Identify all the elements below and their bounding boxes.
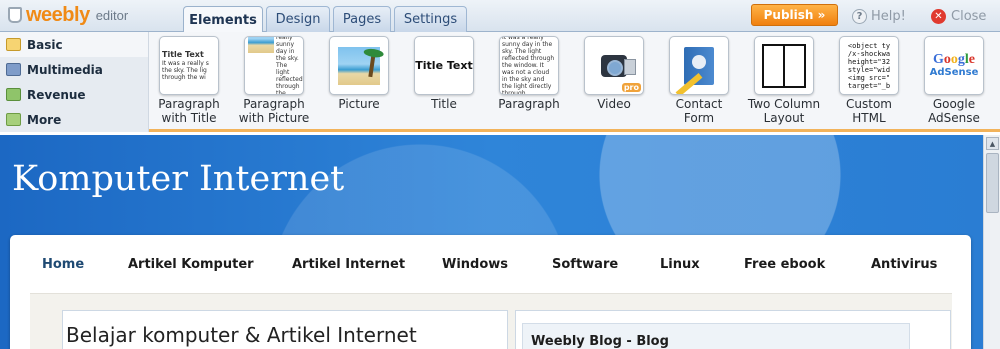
element-label: Picture — [338, 97, 380, 111]
paragraph-thumbnail: It was a really sunny day in the sky. Th… — [499, 36, 559, 95]
logo-brand: weebly — [26, 3, 90, 26]
close-label: Close — [951, 8, 987, 24]
html-code-preview: <object ty /x-shockwa height="32 style="… — [847, 41, 891, 90]
element-video[interactable]: pro Video — [566, 36, 662, 130]
top-bar: weebly editor Elements Design Pages Sett… — [0, 0, 1000, 33]
sidebar-item-label: Multimedia — [27, 62, 103, 77]
money-icon — [6, 88, 21, 101]
site-preview: Komputer Internet Home Artikel Komputer … — [0, 135, 983, 349]
help-button[interactable]: ? Help! — [852, 7, 906, 25]
cup-icon — [8, 7, 22, 23]
preview-title: Title Text — [162, 49, 204, 59]
sidebar-item-basic[interactable]: Basic — [0, 32, 148, 57]
folder-icon — [6, 38, 21, 51]
vertical-scrollbar[interactable]: ▲ — [983, 135, 1000, 349]
weebly-editor: weebly editor Elements Design Pages Sett… — [0, 0, 1000, 349]
sidebar-item-multimedia[interactable]: Multimedia — [0, 57, 148, 82]
adsense-text: AdSense — [929, 67, 979, 78]
video-thumbnail: pro — [584, 36, 644, 95]
element-label: Contact Form — [675, 97, 723, 125]
element-paragraph-with-title[interactable]: Title Text It was a really s the sky. Th… — [141, 36, 237, 130]
paragraph-preview: Title Text It was a really s the sky. Th… — [160, 49, 218, 83]
weebly-logo: weebly editor — [8, 3, 128, 27]
beach-image-icon — [248, 37, 274, 53]
nav-item-software[interactable]: Software — [552, 257, 618, 272]
element-label: Title — [431, 97, 457, 111]
preview-text: It was a really sunny day in the sky. Th… — [276, 36, 303, 95]
nav-item-linux[interactable]: Linux — [660, 257, 700, 272]
tab-settings[interactable]: Settings — [394, 6, 467, 32]
element-label: Paragraph — [498, 97, 560, 111]
element-google-adsense[interactable]: Google AdSense Google AdSense — [906, 36, 1000, 130]
tab-pages[interactable]: Pages — [333, 6, 391, 32]
close-button[interactable]: ✕ Close — [931, 7, 986, 25]
side-column: Weebly Blog - Blog — [515, 310, 951, 349]
preview-title: Title Text — [415, 59, 473, 72]
nav-item-artikel-internet[interactable]: Artikel Internet — [292, 257, 405, 272]
element-contact-form[interactable]: Contact Form — [651, 36, 747, 130]
scroll-up-arrow-icon[interactable]: ▲ — [986, 137, 999, 150]
element-label: Two Column Layout — [747, 97, 821, 125]
question-icon: ? — [852, 8, 867, 24]
element-two-column-layout[interactable]: Two Column Layout — [736, 36, 832, 130]
sidebar-item-label: Revenue — [27, 87, 86, 102]
element-picture[interactable]: Picture — [311, 36, 407, 130]
nav-item-windows[interactable]: Windows — [442, 257, 508, 272]
site-navigation: Home Artikel Komputer Artikel Internet W… — [10, 235, 971, 293]
page-content: Belajar komputer & Artikel Internet Weeb… — [30, 293, 952, 349]
two-column-thumbnail — [754, 36, 814, 95]
pro-badge: pro — [621, 83, 641, 92]
element-paragraph[interactable]: It was a really sunny day in the sky. Th… — [481, 36, 577, 130]
element-title[interactable]: Title Text Title — [396, 36, 492, 130]
element-label: Custom HTML — [846, 97, 892, 125]
element-label: Paragraph with Title — [158, 97, 220, 125]
element-custom-html[interactable]: <object ty /x-shockwa height="32 style="… — [821, 36, 917, 130]
tab-elements[interactable]: Elements — [183, 6, 263, 33]
nav-item-free-ebook[interactable]: Free ebook — [744, 257, 825, 272]
google-adsense-thumbnail: Google AdSense — [924, 36, 984, 95]
paragraph-with-title-thumbnail: Title Text It was a really s the sky. Th… — [159, 36, 219, 95]
nav-item-home[interactable]: Home — [42, 257, 84, 272]
film-icon — [6, 63, 21, 76]
blog-box: Weebly Blog - Blog — [522, 323, 910, 349]
preview-text: It was a really sunny day in the sky. Th… — [502, 36, 555, 95]
nav-item-artikel-komputer[interactable]: Artikel Komputer — [128, 257, 254, 272]
blog-title[interactable]: Weebly Blog - Blog — [531, 334, 669, 349]
site-page: Home Artikel Komputer Artikel Internet W… — [10, 235, 971, 349]
preview-text: It was a really s the sky. The lig throu… — [162, 59, 209, 81]
publish-button[interactable]: Publish » — [751, 4, 838, 26]
category-sidebar: Basic Multimedia Revenue More — [0, 32, 149, 132]
post-title[interactable]: Belajar komputer & Artikel Internet — [66, 323, 417, 347]
sidebar-item-label: Basic — [27, 37, 63, 52]
picture-thumbnail — [329, 36, 389, 95]
help-label: Help! — [871, 8, 906, 24]
scrollbar-thumb[interactable] — [986, 153, 999, 213]
beach-image-icon — [338, 46, 380, 85]
element-paragraph-with-picture[interactable]: It was a really sunny day in the sky. Th… — [226, 36, 322, 130]
logo-sub: editor — [95, 7, 129, 23]
custom-html-thumbnail: <object ty /x-shockwa height="32 style="… — [839, 36, 899, 95]
sidebar-item-label: More — [27, 112, 62, 127]
elements-toolbar: Basic Multimedia Revenue More Title Text… — [0, 32, 1000, 132]
sidebar-item-more[interactable]: More — [0, 107, 148, 132]
sidebar-item-revenue[interactable]: Revenue — [0, 82, 148, 107]
video-camera-icon — [601, 54, 636, 77]
paragraph-with-picture-thumbnail: It was a really sunny day in the sky. Th… — [244, 36, 304, 95]
element-label: Google AdSense — [928, 97, 980, 125]
element-label: Video — [597, 97, 631, 111]
main-column: Belajar komputer & Artikel Internet — [62, 310, 508, 349]
puzzle-icon — [6, 113, 21, 126]
two-column-icon — [762, 43, 806, 88]
contact-form-thumbnail — [669, 36, 729, 95]
element-label: Paragraph with Picture — [238, 97, 310, 125]
google-logo: Google — [933, 52, 975, 67]
tab-design[interactable]: Design — [266, 6, 330, 32]
close-icon: ✕ — [931, 8, 946, 24]
nav-item-antivirus[interactable]: Antivirus — [871, 257, 937, 272]
title-thumbnail: Title Text — [414, 36, 474, 95]
site-title[interactable]: Komputer Internet — [12, 159, 344, 199]
